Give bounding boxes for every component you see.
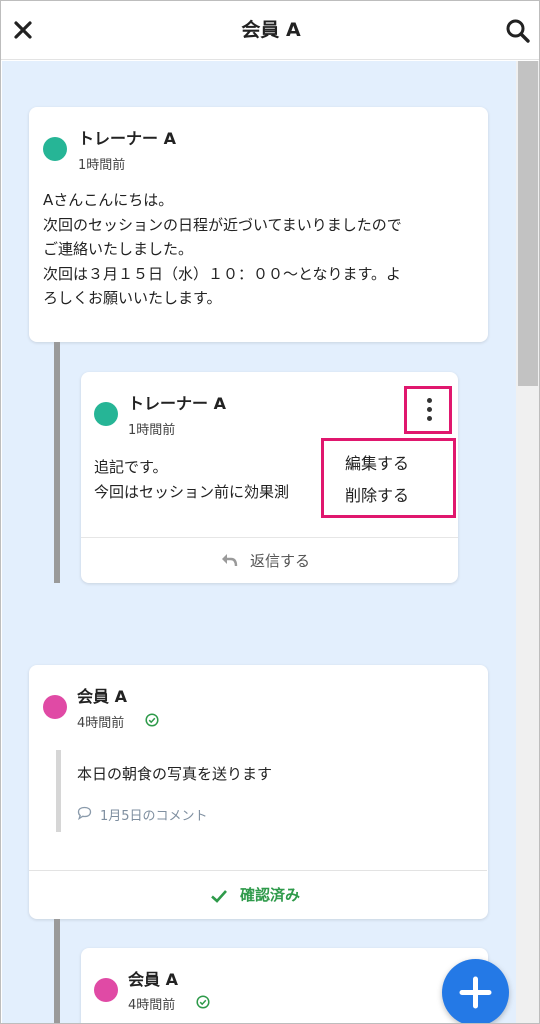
avatar	[43, 695, 67, 719]
read-check-icon	[196, 995, 210, 1009]
comment-icon	[77, 806, 92, 820]
reply-card: 会員 A 4時間前	[81, 948, 488, 1023]
post-time: 4時間前	[77, 716, 125, 731]
page-title: 会員 A	[241, 19, 301, 41]
thread-line	[54, 919, 60, 1023]
reply-icon	[222, 554, 238, 567]
quoted-message: 本日の朝食の写真を送ります	[77, 765, 273, 783]
more-vertical-icon-dot	[426, 407, 432, 412]
comment-link[interactable]: 1月5日のコメント	[100, 805, 208, 824]
more-vertical-icon	[426, 398, 432, 403]
more-vertical-icon-dot	[426, 416, 432, 421]
scrollbar[interactable]	[516, 61, 539, 1023]
read-check-icon	[145, 713, 159, 727]
avatar	[43, 137, 67, 161]
message-list[interactable]: トレーナー A 1時間前 Aさんこんにちは。 次回のセッションの日程が近づいてま…	[2, 61, 516, 1023]
more-options-button[interactable]	[404, 386, 452, 434]
avatar	[94, 402, 118, 426]
search-icon[interactable]	[505, 18, 531, 44]
message-card: トレーナー A 1時間前 Aさんこんにちは。 次回のセッションの日程が近づいてま…	[29, 107, 488, 342]
menu-item-delete[interactable]: 削除する	[345, 482, 409, 506]
confirmed-label: 確認済み	[240, 886, 301, 904]
author-name: トレーナー A	[78, 129, 176, 148]
post-time: 1時間前	[78, 158, 126, 173]
reply-button[interactable]: 返信する	[81, 537, 458, 583]
header: 会員 A	[1, 1, 539, 60]
quote-bar	[56, 750, 61, 832]
author-name: 会員 A	[77, 687, 127, 706]
context-menu: 編集する 削除する	[321, 438, 456, 518]
plus-icon	[459, 976, 492, 1009]
menu-item-edit[interactable]: 編集する	[345, 450, 409, 474]
post-time: 1時間前	[128, 423, 176, 438]
add-button[interactable]	[442, 959, 509, 1023]
confirmed-status: 確認済み	[29, 870, 487, 920]
scrollbar-thumb[interactable]	[518, 61, 538, 386]
message-body: Aさんこんにちは。 次回のセッションの日程が近づいてまいりましたので ご連絡いた…	[43, 191, 402, 307]
reply-label: 返信する	[250, 552, 311, 570]
app-frame: 会員 A トレーナー A 1時間前 Aさんこんにちは。 次回のセッションの日程が…	[0, 0, 540, 1024]
check-icon	[211, 890, 227, 903]
post-time: 4時間前	[128, 998, 176, 1013]
thread-line	[54, 342, 60, 583]
author-name: 会員 A	[128, 970, 178, 989]
author-name: トレーナー A	[128, 394, 226, 413]
avatar	[94, 978, 118, 1002]
message-card: 会員 A 4時間前 本日の朝食の写真を送ります 1月5日のコメント 確認済み	[29, 665, 488, 919]
